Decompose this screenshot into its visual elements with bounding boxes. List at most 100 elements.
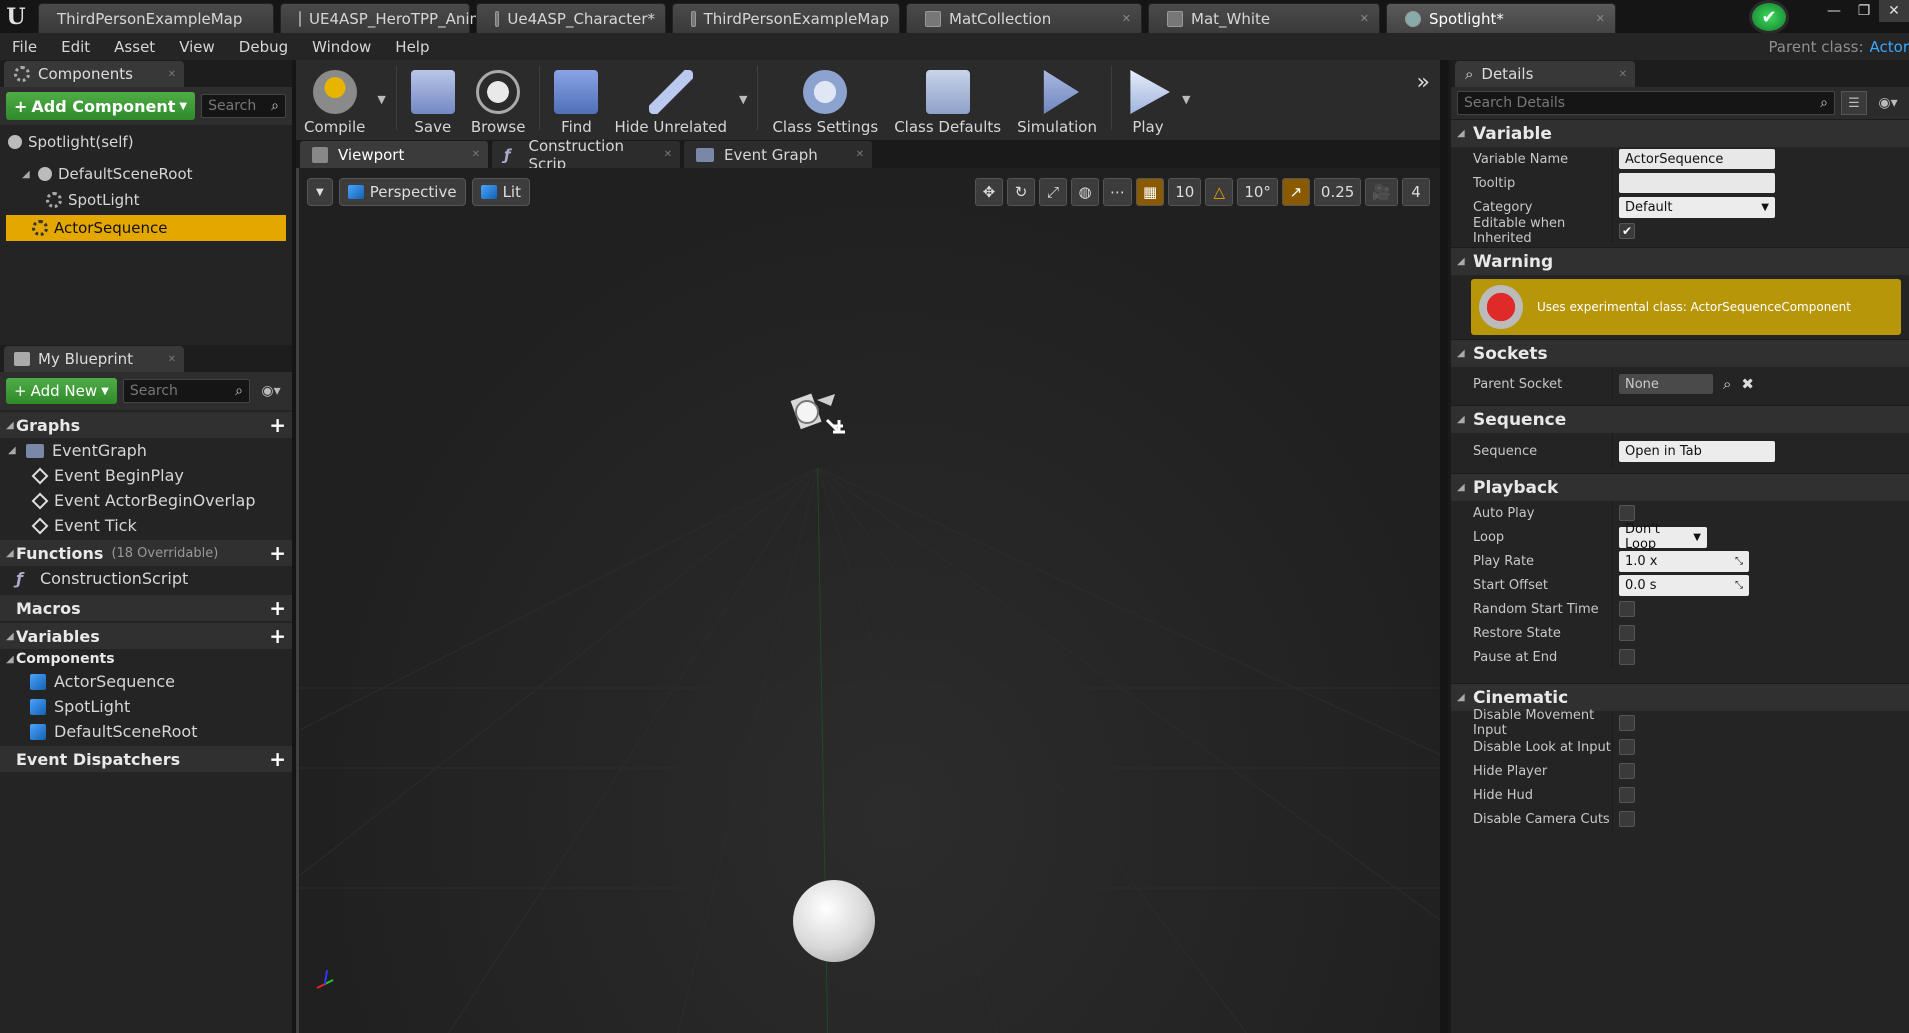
camera-speed-icon[interactable]: 🎥	[1365, 178, 1398, 206]
close-icon[interactable]: ✕	[856, 149, 864, 160]
hide-player-checkbox[interactable]	[1619, 763, 1635, 779]
close-icon[interactable]: ✕	[168, 354, 176, 365]
collapse-arrow-icon[interactable]: ◢	[1457, 256, 1467, 267]
rotate-mode-icon[interactable]: ↻	[1007, 178, 1036, 206]
event-tick-item[interactable]: Event Tick	[0, 513, 292, 538]
scale-snap-value[interactable]: 0.25	[1313, 178, 1362, 206]
functions-section[interactable]: ◢ Functions (18 Overridable) +	[0, 540, 292, 566]
tab-components[interactable]: Components ✕	[4, 61, 184, 87]
add-macro-icon[interactable]: +	[269, 596, 286, 620]
close-icon[interactable]: ✕	[1596, 12, 1605, 25]
my-blueprint-search-input[interactable]: Search ⌕	[122, 379, 250, 403]
tab-mat-collection[interactable]: MatCollection ✕	[906, 3, 1142, 33]
surface-snap-icon[interactable]: ⋯	[1103, 178, 1133, 206]
cinematic-category[interactable]: ◢ Cinematic	[1451, 683, 1909, 711]
scale-snap-icon[interactable]: ↗	[1281, 178, 1310, 206]
auto-play-checkbox[interactable]	[1619, 505, 1635, 521]
window-close-icon[interactable]: ✕	[1879, 0, 1909, 22]
add-dispatcher-icon[interactable]: +	[269, 747, 286, 771]
var-spotlight[interactable]: SpotLight	[0, 694, 292, 719]
category-combo[interactable]: Default ▼	[1619, 196, 1775, 218]
disable-camera-cuts-checkbox[interactable]	[1619, 811, 1635, 827]
toolbar-overflow-icon[interactable]: »	[1417, 70, 1430, 95]
collapse-arrow-icon[interactable]: ◢	[1457, 482, 1467, 493]
sequence-category[interactable]: ◢ Sequence	[1451, 405, 1909, 433]
translate-mode-icon[interactable]: ✥	[975, 178, 1004, 206]
tab-character[interactable]: Ue4ASP_Character*	[476, 3, 666, 33]
random-start-checkbox[interactable]	[1619, 601, 1635, 617]
open-in-tab-button[interactable]: Open in Tab	[1619, 440, 1775, 462]
collapse-arrow-icon[interactable]: ◢	[1457, 692, 1467, 703]
grid-snap-icon[interactable]: ▦	[1136, 178, 1165, 206]
sockets-category[interactable]: ◢ Sockets	[1451, 339, 1909, 367]
camera-speed-value[interactable]: 4	[1402, 178, 1430, 206]
tooltip-input[interactable]	[1619, 173, 1775, 193]
grid-snap-value[interactable]: 10	[1168, 178, 1202, 206]
tab-details[interactable]: ⌕ Details ✕	[1455, 61, 1635, 87]
menu-edit[interactable]: Edit	[49, 38, 102, 56]
event-dispatchers-section[interactable]: Event Dispatchers +	[0, 746, 292, 772]
perspective-button[interactable]: Perspective	[338, 178, 466, 206]
class-settings-button[interactable]: Class Settings	[764, 60, 886, 136]
tab-construction-script[interactable]: ƒ Construction Scrip ✕	[492, 137, 680, 173]
unreal-logo-icon[interactable]: U	[0, 0, 32, 33]
tab-hero-anim[interactable]: UE4ASP_HeroTPP_Anim*	[280, 3, 492, 33]
compile-button[interactable]: Compile	[296, 60, 373, 136]
tab-third-person-map[interactable]: ThirdPersonExampleMap	[38, 3, 274, 33]
close-icon[interactable]: ✕	[168, 69, 176, 80]
event-begin-play-item[interactable]: Event BeginPlay	[0, 463, 292, 488]
play-options-dropdown[interactable]: ▼	[1178, 93, 1194, 136]
tab-spotlight[interactable]: Spotlight* ✕	[1386, 3, 1616, 33]
close-icon[interactable]: ✕	[664, 149, 672, 160]
details-search-input[interactable]: Search Details ⌕	[1457, 91, 1835, 115]
tree-item-default-scene-root[interactable]: ◢ DefaultSceneRoot	[0, 161, 292, 187]
close-icon[interactable]: ✕	[472, 149, 480, 160]
var-actor-sequence[interactable]: ActorSequence	[0, 669, 292, 694]
compile-options-dropdown[interactable]: ▼	[373, 93, 389, 136]
tab-viewport[interactable]: Viewport ✕	[300, 141, 488, 168]
restore-icon[interactable]: ❐	[1849, 0, 1879, 22]
pause-at-end-checkbox[interactable]	[1619, 649, 1635, 665]
search-icon[interactable]: ⌕	[1723, 375, 1731, 393]
browse-button[interactable]: Browse	[463, 60, 534, 136]
viewport-options-button[interactable]: ▼	[307, 178, 333, 206]
eye-icon[interactable]: ◉▾	[256, 383, 286, 399]
parent-class-link[interactable]: Actor	[1870, 38, 1909, 56]
tab-third-person-map-2[interactable]: ThirdPersonExampleMap	[672, 3, 900, 33]
var-default-scene-root[interactable]: DefaultSceneRoot	[0, 719, 292, 744]
hide-unrelated-dropdown[interactable]: ▼	[735, 93, 751, 136]
add-component-button[interactable]: + Add Component ▼	[6, 92, 196, 120]
world-local-icon[interactable]: ◍	[1071, 178, 1100, 206]
spotlight-gizmo-icon[interactable]	[787, 386, 847, 446]
menu-asset[interactable]: Asset	[102, 38, 167, 56]
graphs-section[interactable]: ◢ Graphs +	[0, 412, 292, 438]
collapse-arrow-icon[interactable]: ◢	[1457, 128, 1467, 139]
tree-item-actor-sequence[interactable]: ActorSequence	[6, 215, 286, 241]
add-function-icon[interactable]: +	[269, 541, 286, 565]
scale-mode-icon[interactable]: ⤢	[1039, 178, 1068, 206]
start-offset-input[interactable]: 0.0 s ⤡	[1619, 574, 1749, 596]
collapse-arrow-icon[interactable]: ◢	[1457, 348, 1467, 359]
clear-icon[interactable]: ✖	[1741, 375, 1754, 393]
menu-view[interactable]: View	[167, 38, 227, 56]
loop-combo[interactable]: Don't Loop ▼	[1619, 522, 1707, 552]
add-new-button[interactable]: + Add New ▼	[6, 378, 117, 404]
close-icon[interactable]: ✕	[1360, 12, 1369, 25]
restore-state-checkbox[interactable]	[1619, 625, 1635, 641]
find-button[interactable]: Find	[546, 60, 606, 136]
hide-hud-checkbox[interactable]	[1619, 787, 1635, 803]
disable-movement-checkbox[interactable]	[1619, 715, 1635, 731]
add-variable-icon[interactable]: +	[269, 624, 286, 648]
collapse-arrow-icon[interactable]: ◢	[22, 169, 32, 180]
tab-my-blueprint[interactable]: My Blueprint ✕	[4, 346, 184, 372]
macros-section[interactable]: Macros +	[0, 595, 292, 621]
view-options-icon[interactable]: ◉▾	[1873, 95, 1903, 111]
close-icon[interactable]: ✕	[1122, 12, 1131, 25]
tree-item-spotlight[interactable]: SpotLight	[0, 187, 292, 213]
collapse-arrow-icon[interactable]: ◢	[6, 631, 16, 642]
editable-inherited-checkbox[interactable]: ✔	[1619, 223, 1635, 239]
rotation-snap-icon[interactable]: △	[1205, 178, 1234, 206]
menu-window[interactable]: Window	[300, 38, 383, 56]
add-graph-icon[interactable]: +	[269, 413, 286, 437]
property-matrix-icon[interactable]: ☰	[1841, 91, 1867, 115]
